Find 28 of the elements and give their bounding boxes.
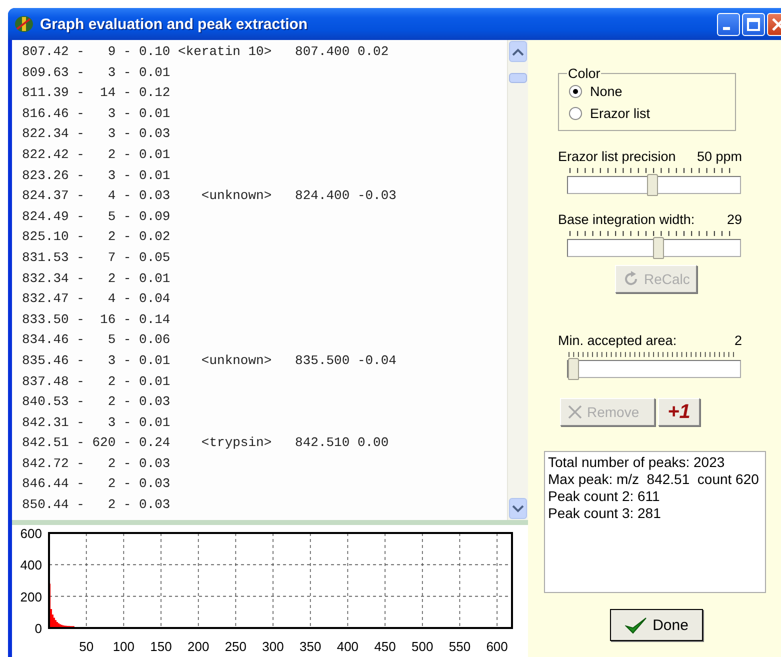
slider-reading: 2: [734, 333, 742, 348]
slider-label: Min. accepted area:: [558, 333, 677, 348]
slider-reading: 29: [726, 212, 742, 227]
x-tick-label: 550: [448, 639, 471, 654]
x-tick-label: 450: [374, 639, 396, 654]
y-tick-label: 0: [34, 621, 42, 636]
info-line: Peak count 2: 611: [548, 488, 661, 505]
window-title: Graph evaluation and peak extraction: [40, 16, 308, 32]
info-line: Peak count 3: 281: [548, 505, 662, 522]
info-line: Total number of peaks: 2023: [548, 454, 726, 471]
x-tick-label: 300: [262, 639, 284, 654]
slider-label: Base integration width:: [558, 212, 695, 227]
x-tick-label: 250: [224, 639, 247, 654]
group-title: Color: [567, 66, 602, 81]
y-tick-label: 400: [20, 558, 42, 573]
x-tick-label: 50: [79, 639, 94, 654]
x-tick-label: 600: [486, 639, 508, 654]
x-tick-label: 500: [412, 639, 434, 654]
x-tick-label: 400: [336, 639, 359, 654]
x-tick-label: 350: [300, 639, 322, 654]
x-tick-label: 100: [112, 639, 135, 654]
y-tick-label: 200: [20, 589, 42, 604]
slider-label: Erazor list precision: [558, 149, 676, 164]
x-tick-label: 200: [188, 639, 210, 654]
info-line: Max peak: m/z 842.51 count 620: [548, 471, 760, 488]
slider-reading: 50 ppm: [696, 149, 742, 164]
x-tick-label: 150: [150, 639, 172, 654]
y-tick-label: 600: [20, 526, 42, 541]
